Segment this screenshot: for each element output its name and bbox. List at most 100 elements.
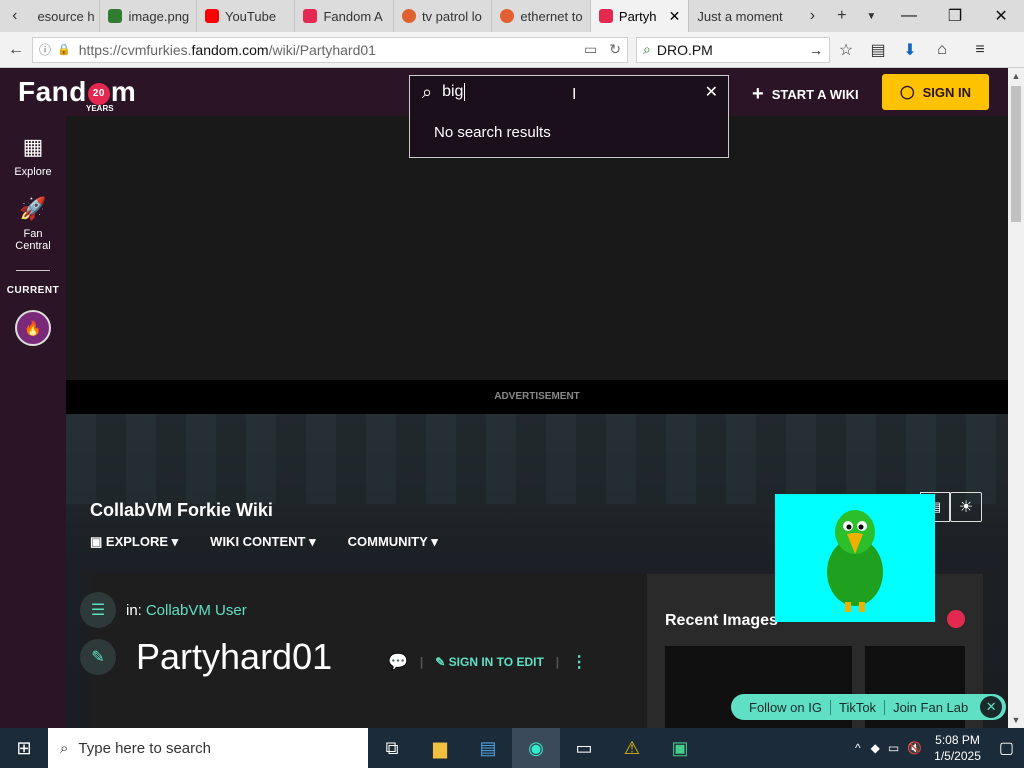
tab-label: Partyh [618,8,657,24]
documents-icon[interactable]: ▤ [464,728,512,768]
menu-icon[interactable]: ≡ [964,32,996,68]
tray-app-icon[interactable]: ◆ [867,741,884,755]
reader-view-icon[interactable]: ▭ [584,41,597,58]
url-domain: fandom.com [191,41,269,58]
hero-background-texture [66,414,1008,504]
start-wiki-button[interactable]: + START A WIKI [752,83,859,106]
network-icon[interactable]: ▭ [884,741,903,755]
social-bar: Follow on IG TikTok Join Fan Lab ✕ [731,694,1007,720]
fandom-icon [598,9,613,23]
scrollbar-thumb[interactable] [1011,86,1021,222]
url-prefix: https://cvmfurkies. [78,41,192,58]
fandom-logo[interactable]: Fand 20 m [18,76,136,108]
tab-label: tv patrol lo [421,8,482,24]
tab-image-png[interactable]: image.png [100,0,197,32]
app-icon[interactable]: ▣ [656,728,704,768]
restore-icon[interactable]: ❐ [932,0,978,32]
table-of-contents-icon[interactable]: ☰ [80,592,116,628]
download-icon[interactable]: ⬇ [894,32,926,68]
pencil-icon: ✎ [435,655,449,669]
title-row: ✎ Partyhard01 [80,636,332,678]
close-window-icon[interactable]: ✕ [978,0,1024,32]
search-icon: ⌕ [422,81,433,102]
close-social-bar-icon[interactable]: ✕ [980,696,1003,718]
search-engine-text: DRO.PM [656,41,713,58]
tab-list-chevron-icon[interactable]: ▼ [857,0,886,32]
system-tray: ^ ◆ ▭ 🔇 5:08 PM 1/5/2025 ▢ [849,728,1024,768]
site-search-box[interactable]: ⌕ big ✕ [409,75,729,109]
nav-fan-central[interactable]: 🚀 Fan Central [0,196,66,252]
tab-tv-patrol[interactable]: tv patrol lo [394,0,493,32]
tab-youtube[interactable]: YouTube [197,0,296,32]
search-engine-box[interactable]: ⌕ DRO.PM → [636,36,830,63]
taskbar-search-placeholder: Type here to search [78,739,211,757]
follow-ig-link[interactable]: Follow on IG [741,699,831,715]
tab-close-icon[interactable]: ✕ [669,8,681,25]
back-icon[interactable]: ← [0,32,32,68]
search-input[interactable]: big [442,83,463,101]
book-icon: ▣ [90,534,106,549]
task-view-icon[interactable]: ⧉ [368,728,416,768]
tiktok-link[interactable]: TikTok [831,699,886,715]
reload-icon[interactable]: ↻ [609,41,621,58]
address-bar[interactable]: ⓘ 🔒 https://cvmfurkies. fandom.com/wiki/P… [32,36,628,63]
notifications-icon[interactable]: ▢ [989,738,1024,758]
page-scrollbar[interactable]: ▲ ▼ [1008,68,1024,728]
nav-divider [16,270,50,271]
browser-nav-bar: ← ⓘ 🔒 https://cvmfurkies. fandom.com/wiki… [0,32,1024,68]
parrot-icon [827,510,883,612]
wiki-name[interactable]: CollabVM Forkie Wiki [90,500,273,521]
wiki-nav-content[interactable]: WIKI CONTENT ▾ [210,534,315,550]
tab-scroll-right-icon[interactable]: › [798,0,827,32]
tab-fandom-a[interactable]: Fandom A [295,0,394,32]
warning-icon[interactable]: ⚠ [608,728,656,768]
in-label: in: [126,601,142,619]
terminal-icon[interactable]: ▭ [560,728,608,768]
more-options-icon[interactable]: ⋮ [571,652,587,672]
scroll-down-icon[interactable]: ▼ [1008,712,1024,728]
bookmarks-list-icon[interactable]: ▤ [862,32,894,68]
category-link[interactable]: CollabVM User [146,602,247,619]
rocket-icon: 🚀 [19,196,47,221]
volume-muted-icon[interactable]: 🔇 [903,741,926,755]
action-divider: | [555,655,560,669]
fan-lab-link[interactable]: Join Fan Lab [885,700,976,715]
wiki-nav-explore[interactable]: ▣ EXPLORE ▾ [90,534,178,550]
tray-chevron-icon[interactable]: ^ [849,741,867,755]
search-engine-icon: ⌕ [643,41,651,57]
nav-explore[interactable]: ▦ Explore [0,134,66,178]
windows-start-icon[interactable]: ⊞ [0,728,48,768]
scroll-up-icon[interactable]: ▲ [1008,68,1024,84]
info-icon[interactable]: ⓘ [39,41,51,58]
windows-taskbar: ⊞ ⌕ Type here to search ⧉ ▆ ▤ ◉ ▭ ⚠ ▣ ^ … [0,728,1024,768]
browser-taskbar-icon[interactable]: ◉ [512,728,560,768]
minimize-icon[interactable]: — [886,0,932,32]
sign-in-to-edit-button[interactable]: ✎ SIGN IN TO EDIT [435,655,544,669]
plus-icon: + [752,83,764,105]
home-icon[interactable]: ⌂ [926,32,958,68]
clear-search-icon[interactable]: ✕ [705,82,718,102]
action-divider: | [419,655,424,669]
file-explorer-icon[interactable]: ▆ [416,728,464,768]
tab-label: ethernet to [520,8,583,24]
current-wiki-icon[interactable]: 🔥 [15,310,51,346]
nav-fan-label-2: Central [15,240,51,252]
clock[interactable]: 5:08 PM 1/5/2025 [926,732,989,764]
taskbar-search[interactable]: ⌕ Type here to search [48,728,368,768]
fandom-feeds-icon[interactable] [947,610,965,628]
tab-scroll-left-icon[interactable]: ‹ [0,0,29,32]
theme-toggle-icon[interactable]: ☀ [950,492,982,522]
go-arrow-icon[interactable]: → [809,42,823,58]
site-icon [500,9,515,23]
wiki-nav-community[interactable]: COMMUNITY ▾ [348,534,438,550]
site-icon [401,9,416,23]
tab-just-a-moment[interactable]: Just a moment [689,0,797,32]
comment-icon[interactable]: 💬 [388,652,408,672]
tab-ethernet[interactable]: ethernet to [492,0,591,32]
bookmark-star-icon[interactable]: ☆ [830,32,862,68]
sign-in-button[interactable]: ◯ SIGN IN [882,74,989,110]
new-tab-icon[interactable]: + [827,0,856,32]
tab-partyhard-active[interactable]: Partyh ✕ [590,0,690,32]
edit-pencil-icon[interactable]: ✎ [80,639,116,675]
tab-resource[interactable]: esource h [29,0,101,32]
